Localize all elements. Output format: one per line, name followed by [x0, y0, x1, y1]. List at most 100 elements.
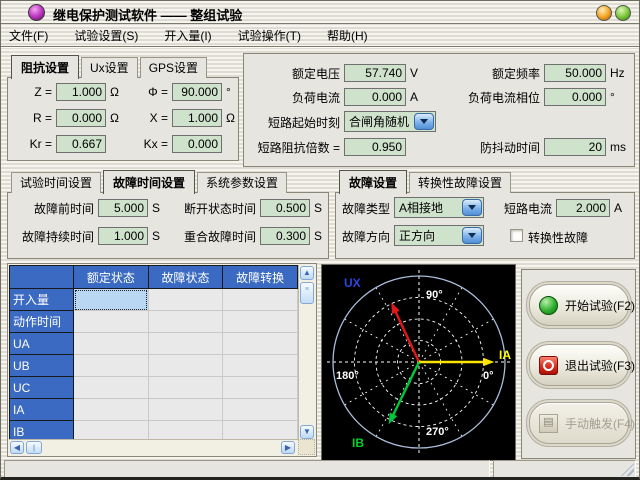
menu-test-settings[interactable]: 试验设置(S) — [74, 27, 138, 44]
table-cell[interactable] — [148, 399, 223, 421]
table-cell[interactable] — [74, 421, 149, 441]
table-cell[interactable] — [74, 399, 149, 421]
reclose-fault-input[interactable]: 0.300 — [260, 227, 310, 245]
short-start-value: 合闸角随机 — [345, 113, 414, 130]
rated-freq-field: 额定频率 50.000 Hz — [468, 64, 625, 82]
table-cell[interactable] — [74, 333, 149, 355]
minimize-button[interactable] — [596, 5, 612, 21]
vertical-scrollbar[interactable]: ▲ ≡ ▼ — [298, 265, 315, 440]
scroll-left-button[interactable]: ◀ — [10, 441, 24, 454]
tab-fault-time[interactable]: 故障时间设置 — [103, 170, 195, 194]
scroll-down-button[interactable]: ▼ — [300, 425, 314, 439]
title-bar[interactable]: 继电保护测试软件 —— 整组试验 — [1, 1, 639, 23]
table-cell[interactable] — [148, 355, 223, 377]
kr-label: Kr = — [14, 137, 52, 151]
table-cell[interactable] — [223, 355, 298, 377]
prefault-input[interactable]: 5.000 — [98, 199, 148, 217]
rated-freq-input[interactable]: 50.000 — [544, 64, 606, 82]
table-cell[interactable] — [74, 289, 149, 311]
scroll-up-button[interactable]: ▲ — [300, 266, 314, 280]
kr-input[interactable]: 0.667 — [56, 135, 106, 153]
x-field: X = 1.000 Ω — [140, 109, 235, 127]
open-state-input[interactable]: 0.500 — [260, 199, 310, 217]
table-cell[interactable] — [148, 421, 223, 441]
menu-binary-input[interactable]: 开入量(I) — [164, 27, 211, 44]
table-cell[interactable] — [74, 377, 149, 399]
prefault-field: 故障前时间 5.000 S — [14, 199, 160, 217]
close-button[interactable] — [615, 5, 631, 21]
tab-ux-settings[interactable]: Ux设置 — [81, 57, 138, 78]
row-header: 动作时间 — [10, 311, 74, 333]
vertical-scroll-thumb[interactable]: ≡ — [300, 282, 314, 304]
table-cell[interactable] — [148, 311, 223, 333]
tab-test-time[interactable]: 试验时间设置 — [11, 172, 101, 193]
table-cell[interactable] — [223, 311, 298, 333]
horizontal-scroll-thumb[interactable]: ∥ — [26, 441, 42, 454]
table-cell[interactable] — [223, 377, 298, 399]
exit-test-button[interactable]: 退出试验(F3) — [529, 344, 629, 386]
kx-input[interactable]: 0.000 — [172, 135, 222, 153]
scroll-right-button[interactable]: ▶ — [281, 441, 295, 454]
load-phase-field: 负荷电流相位 0.000 ° — [468, 88, 615, 106]
row-header: IA — [10, 399, 74, 421]
chevron-down-icon[interactable] — [462, 227, 482, 244]
start-test-button[interactable]: 开始试验(F2) — [529, 284, 629, 326]
rated-voltage-unit: V — [410, 66, 418, 80]
source-panel: 额定电压 57.740 V 额定频率 50.000 Hz 负荷电流 0.000 … — [243, 53, 635, 167]
table-cell[interactable] — [148, 377, 223, 399]
resize-grip[interactable] — [621, 463, 634, 476]
angle-label-180: 180° — [336, 370, 359, 382]
table-cell[interactable] — [148, 289, 223, 311]
table-cell[interactable] — [223, 289, 298, 311]
short-start-label: 短路起始时刻 — [268, 114, 340, 131]
menu-file[interactable]: 文件(F) — [9, 27, 48, 44]
table-cell[interactable] — [223, 333, 298, 355]
table-row: 开入量 — [10, 289, 298, 311]
fault-type-combo[interactable]: A相接地 — [394, 197, 484, 218]
fault-type-value: A相接地 — [395, 199, 462, 216]
r-input[interactable]: 0.000 — [56, 109, 106, 127]
fault-direction-combo[interactable]: 正方向 — [394, 225, 484, 246]
fault-duration-input[interactable]: 1.000 — [98, 227, 148, 245]
chevron-down-icon[interactable] — [462, 199, 482, 216]
status-bar — [4, 460, 636, 478]
vector-line — [393, 362, 419, 416]
short-current-input[interactable]: 2.000 — [556, 199, 610, 217]
impedance-mult-field: 短路阻抗倍数 = 0.950 — [256, 138, 406, 156]
open-state-unit: S — [314, 201, 322, 215]
row-header: UC — [10, 377, 74, 399]
table-cell[interactable] — [74, 355, 149, 377]
tab-system-params[interactable]: 系统参数设置 — [197, 172, 287, 193]
table-resize-corner[interactable] — [298, 439, 315, 455]
timing-tabstrip: 试验时间设置 故障时间设置 系统参数设置 — [7, 173, 329, 193]
prefault-unit: S — [152, 201, 160, 215]
short-start-combo[interactable]: 合闸角随机 — [344, 111, 436, 132]
load-current-input[interactable]: 0.000 — [344, 88, 406, 106]
debounce-input[interactable]: 20 — [544, 138, 606, 156]
tab-impedance-settings[interactable]: 阻抗设置 — [11, 55, 79, 79]
tab-fault-settings[interactable]: 故障设置 — [339, 170, 407, 194]
load-phase-input[interactable]: 0.000 — [544, 88, 606, 106]
tab-convert-fault-settings[interactable]: 转换性故障设置 — [409, 172, 511, 193]
fault-type-label: 故障类型 — [342, 200, 390, 217]
convert-fault-checkbox[interactable] — [510, 229, 523, 242]
x-input[interactable]: 1.000 — [172, 109, 222, 127]
status-cell-right — [493, 460, 636, 478]
table-cell[interactable] — [223, 421, 298, 441]
horizontal-scrollbar[interactable]: ◀ ∥ ▶ — [9, 439, 298, 455]
impedance-mult-input[interactable]: 0.950 — [344, 138, 406, 156]
prefault-label: 故障前时间 — [14, 200, 94, 217]
rated-voltage-input[interactable]: 57.740 — [344, 64, 406, 82]
tab-gps-settings[interactable]: GPS设置 — [140, 57, 207, 78]
chevron-down-icon[interactable] — [414, 113, 434, 130]
series-label-ia: IA — [499, 348, 511, 362]
phi-input[interactable]: 90.000 — [172, 83, 222, 101]
table-cell[interactable] — [223, 399, 298, 421]
table-cell[interactable] — [148, 333, 223, 355]
table-cell[interactable] — [74, 311, 149, 333]
z-input[interactable]: 1.000 — [56, 83, 106, 101]
fault-direction-label: 故障方向 — [342, 228, 390, 245]
menu-test-operation[interactable]: 试验操作(T) — [238, 27, 301, 44]
manual-trigger-button[interactable]: ▤ 手动触发(F4) — [529, 402, 629, 444]
menu-help[interactable]: 帮助(H) — [327, 27, 368, 44]
